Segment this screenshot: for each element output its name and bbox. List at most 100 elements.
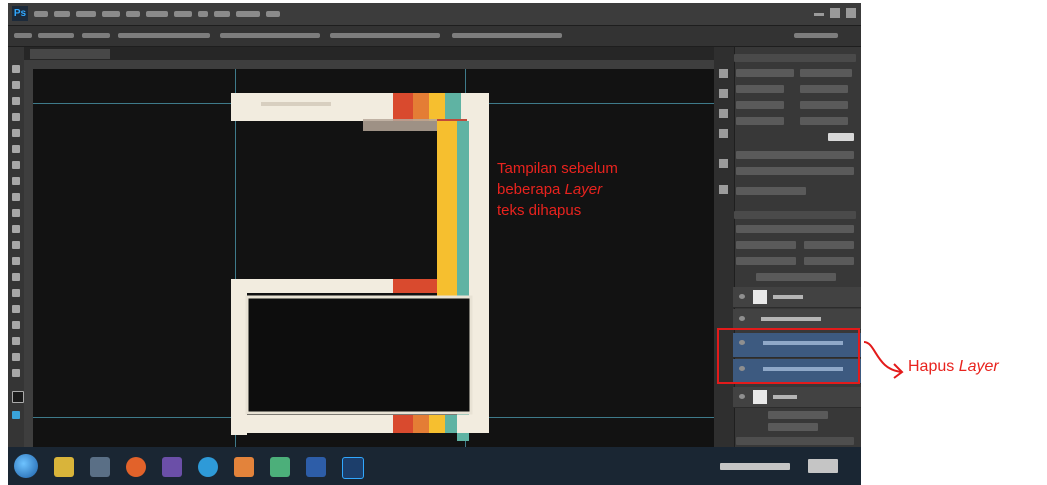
menu-item-select[interactable] <box>146 11 168 17</box>
gradient-tool-icon[interactable] <box>12 241 20 249</box>
fill-field[interactable] <box>804 257 854 265</box>
character-panel-tabs[interactable] <box>734 54 856 62</box>
dodge-tool-icon[interactable] <box>12 273 20 281</box>
layer-effects-row[interactable] <box>768 423 818 431</box>
info-icon[interactable] <box>719 89 728 98</box>
3d-mode-buttons[interactable] <box>452 33 562 38</box>
type-tool-icon[interactable] <box>12 305 20 313</box>
history-icon[interactable] <box>719 69 728 78</box>
maximize-icon[interactable] <box>830 8 840 18</box>
baseline-field[interactable] <box>800 117 848 125</box>
layer-group-row[interactable] <box>756 273 836 281</box>
tool-preset-picker[interactable] <box>14 33 32 38</box>
lock-buttons[interactable] <box>736 257 796 265</box>
menu-item-type[interactable] <box>126 11 140 17</box>
scale-field[interactable] <box>736 117 784 125</box>
quick-select-tool-icon[interactable] <box>12 113 20 121</box>
start-orb-icon[interactable] <box>14 454 38 478</box>
workspace-switcher[interactable] <box>794 33 838 38</box>
distribute-buttons[interactable] <box>330 33 440 38</box>
document-canvas[interactable] <box>33 69 714 447</box>
minimize-icon[interactable] <box>814 13 824 16</box>
chrome-icon[interactable] <box>198 457 218 477</box>
blend-mode-select[interactable] <box>736 241 796 249</box>
tracking-field[interactable] <box>800 101 848 109</box>
foreground-color-swatch[interactable] <box>12 391 24 403</box>
hand-tool-icon[interactable] <box>12 353 20 361</box>
layer-effects-row[interactable] <box>768 411 828 419</box>
layers-panel-tabs[interactable] <box>734 211 856 219</box>
font-family-select[interactable] <box>736 69 794 77</box>
options-field[interactable] <box>38 33 74 38</box>
photoshop-taskbar-icon[interactable] <box>342 457 364 479</box>
options-bar <box>8 26 861 47</box>
layers-footer-buttons[interactable] <box>736 437 854 445</box>
healing-tool-icon[interactable] <box>12 161 20 169</box>
eyedropper-tool-icon[interactable] <box>12 145 20 153</box>
visual-studio-icon[interactable] <box>162 457 182 477</box>
font-style-select[interactable] <box>800 69 852 77</box>
tools-panel <box>8 47 24 447</box>
menu-item-filter[interactable] <box>174 11 192 17</box>
app-icon[interactable] <box>90 457 110 477</box>
firefox-icon[interactable] <box>126 457 146 477</box>
blur-tool-icon[interactable] <box>12 257 20 265</box>
language-select[interactable] <box>736 187 806 195</box>
brush-tool-icon[interactable] <box>12 177 20 185</box>
menu-item-view[interactable] <box>214 11 230 17</box>
menu-item-image[interactable] <box>76 11 96 17</box>
paragraph-icon[interactable] <box>719 129 728 138</box>
menu-item-help[interactable] <box>266 11 280 17</box>
menu-item-edit[interactable] <box>54 11 70 17</box>
menu-item-3d[interactable] <box>198 11 208 17</box>
brush-preset-icon[interactable] <box>719 159 728 168</box>
menu-item-window[interactable] <box>236 11 260 17</box>
menu-item-layer[interactable] <box>102 11 120 17</box>
menu-item-file[interactable] <box>34 11 48 17</box>
document-tab[interactable] <box>30 49 110 59</box>
photoshop-logo-icon: Ps <box>12 6 28 21</box>
eraser-tool-icon[interactable] <box>12 225 20 233</box>
opacity-field[interactable] <box>804 241 854 249</box>
layer-row[interactable] <box>733 387 861 408</box>
app-icon[interactable] <box>234 457 254 477</box>
text-style-buttons[interactable] <box>736 151 854 159</box>
layer-filter-select[interactable] <box>736 225 854 233</box>
path-select-tool-icon[interactable] <box>12 321 20 329</box>
eye-icon[interactable] <box>739 316 745 321</box>
explorer-icon[interactable] <box>54 457 74 477</box>
system-tray[interactable] <box>720 463 790 470</box>
shape-tool-icon[interactable] <box>12 337 20 345</box>
document-tab-bar <box>24 47 714 60</box>
options-field[interactable] <box>118 33 210 38</box>
layer-row[interactable] <box>733 309 861 330</box>
lasso-tool-icon[interactable] <box>12 97 20 105</box>
close-icon[interactable] <box>846 8 856 18</box>
color-swatch[interactable] <box>828 133 854 141</box>
eye-icon[interactable] <box>739 394 745 399</box>
opentype-buttons[interactable] <box>736 167 854 175</box>
word-icon[interactable] <box>306 457 326 477</box>
crop-tool-icon[interactable] <box>12 129 20 137</box>
note-line-2: beberapa Layer <box>497 179 697 200</box>
layer-thumbnail <box>753 290 767 304</box>
eye-icon[interactable] <box>739 294 745 299</box>
pen-tool-icon[interactable] <box>12 289 20 297</box>
history-brush-tool-icon[interactable] <box>12 209 20 217</box>
font-size-field[interactable] <box>736 85 784 93</box>
layer-row[interactable] <box>733 287 861 308</box>
zoom-tool-icon[interactable] <box>12 369 20 377</box>
quick-mask-icon[interactable] <box>12 411 20 419</box>
marquee-tool-icon[interactable] <box>12 81 20 89</box>
app-icon[interactable] <box>270 457 290 477</box>
leading-field[interactable] <box>800 85 848 93</box>
stamp-tool-icon[interactable] <box>12 193 20 201</box>
kerning-field[interactable] <box>736 101 784 109</box>
align-buttons[interactable] <box>220 33 320 38</box>
move-tool-icon[interactable] <box>12 65 20 73</box>
layer-name <box>773 395 797 399</box>
options-field[interactable] <box>82 33 110 38</box>
character-icon[interactable] <box>719 109 728 118</box>
tool-preset-icon[interactable] <box>719 185 728 194</box>
annotation-arrow-icon <box>863 341 904 379</box>
